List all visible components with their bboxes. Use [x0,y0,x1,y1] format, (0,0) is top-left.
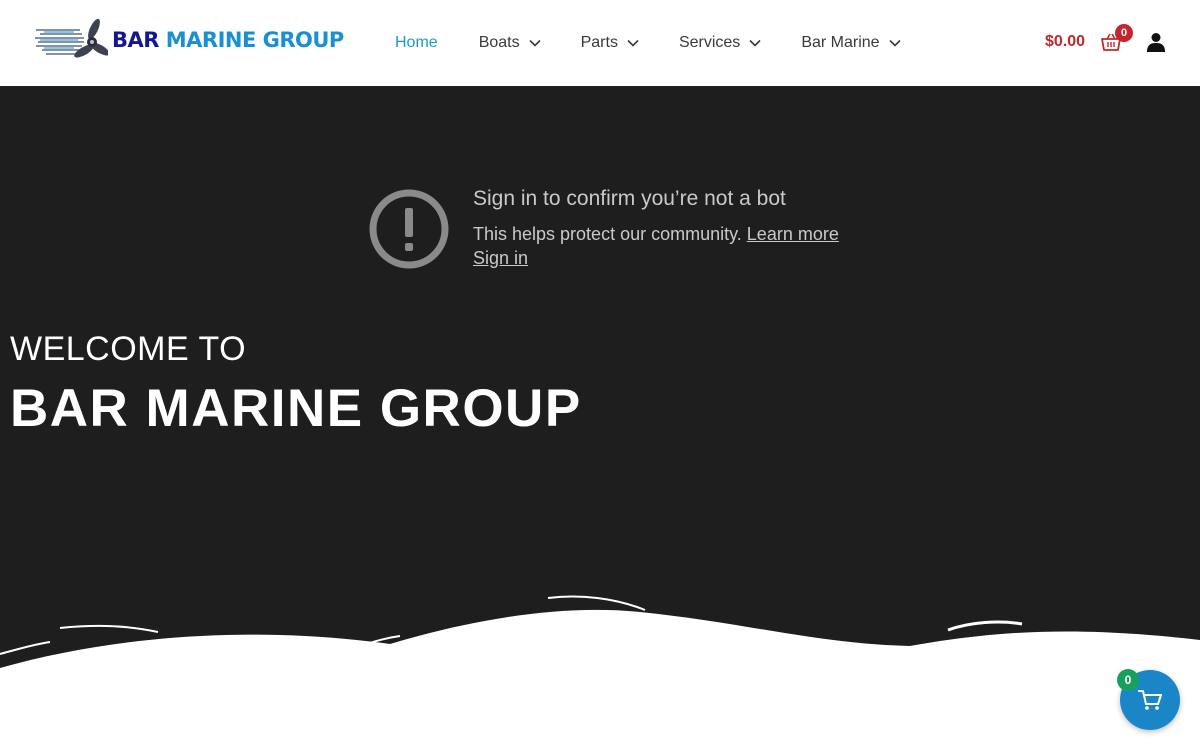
brush-wave-divider [0,595,1200,750]
hero-section: Sign in to confirm you’re not a bot This… [0,86,1200,750]
chevron-down-icon [627,39,639,47]
learn-more-link[interactable]: Learn more [747,224,839,244]
site-logo[interactable]: BAR MARINE GROUP [34,17,344,63]
nav-item-label: Boats [478,34,520,51]
bot-check-title: Sign in to confirm you’re not a bot [473,187,786,210]
floating-cart-count-badge: 0 [1117,669,1139,691]
alert-icon [369,189,449,269]
site-header: BAR MARINE GROUP Home Boats Parts Servic… [0,0,1200,86]
bot-check-description: This helps protect our community. Learn … [473,224,839,245]
propeller-logo-icon [35,18,108,58]
cart-total[interactable]: $0.00 [1045,33,1085,51]
hero-brand-title: BAR MARINE GROUP [10,379,582,438]
user-icon[interactable] [1146,32,1166,52]
chevron-down-icon [529,39,541,47]
cart-count-badge: 0 [1115,24,1133,42]
logo-wordmark: BAR MARINE GROUP [112,28,344,52]
chevron-down-icon [888,39,901,47]
nav-item-services[interactable]: Services [679,34,761,52]
logo-word-marine-group: MARINE GROUP [165,28,345,52]
nav-item-label: Bar Marine [801,34,880,51]
nav-item-label: Home [395,34,438,51]
sign-in-link[interactable]: Sign in [473,248,528,269]
nav-item-boats[interactable]: Boats [479,34,541,52]
nav-item-label: Services [678,34,741,51]
main-navigation: Home Boats Parts Services Bar Marine [395,31,901,55]
logo-word-bar: BAR [112,28,159,52]
nav-item-label: Parts [580,34,618,51]
cart-icon [1138,690,1162,710]
nav-item-parts[interactable]: Parts [581,34,639,52]
bot-check-description-text: This helps protect our community. [473,224,742,244]
chevron-down-icon [749,39,761,47]
nav-item-bar-marine[interactable]: Bar Marine [801,34,901,52]
hero-welcome-text: WELCOME TO [10,330,247,368]
nav-item-home[interactable]: Home [395,34,438,52]
